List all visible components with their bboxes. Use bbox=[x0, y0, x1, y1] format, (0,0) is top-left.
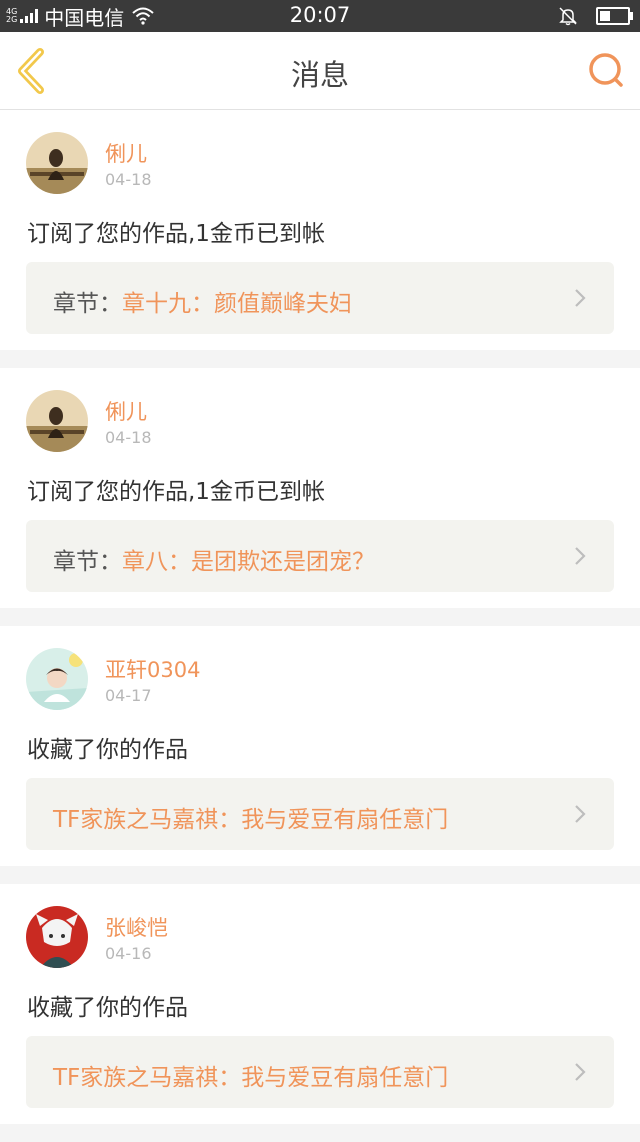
work-link-title: 章八：是团欺还是团宠？ bbox=[122, 549, 375, 575]
message-text: 订阅了您的作品,1金币已到帐 bbox=[27, 221, 325, 247]
avatar-image bbox=[26, 648, 88, 710]
work-link-text: 章节：章十九：颜值巅峰夫妇 bbox=[53, 284, 352, 318]
work-link[interactable]: TF家族之马嘉祺：我与爱豆有扇任意门 bbox=[26, 778, 614, 850]
work-link-text: TF家族之马嘉祺：我与爱豆有扇任意门 bbox=[53, 1058, 448, 1092]
chevron-right-icon bbox=[575, 547, 586, 565]
avatar[interactable] bbox=[26, 648, 88, 710]
chevron-right-icon bbox=[575, 1063, 586, 1081]
bell-muted-icon bbox=[559, 7, 577, 26]
status-bar: 4G 2G 中国电信 20:07 bbox=[0, 0, 640, 32]
search-icon bbox=[589, 53, 623, 87]
avatar-image bbox=[26, 132, 88, 194]
message-list: 俐儿 04-18 订阅了您的作品,1金币已到帐 章节：章十九：颜值巅峰夫妇 俐儿… bbox=[0, 110, 640, 1142]
user-name[interactable]: 张峻恺 bbox=[105, 912, 168, 942]
message-date: 04-16 bbox=[105, 944, 152, 963]
work-link[interactable]: TF家族之马嘉祺：我与爱豆有扇任意门 bbox=[26, 1036, 614, 1108]
chevron-right-icon bbox=[575, 289, 586, 307]
work-link[interactable]: 章节：章八：是团欺还是团宠？ bbox=[26, 520, 614, 592]
message-card: 俐儿 04-18 订阅了您的作品,1金币已到帐 章节：章十九：颜值巅峰夫妇 bbox=[0, 110, 640, 350]
message-text: 收藏了你的作品 bbox=[27, 995, 188, 1021]
page-title: 消息 bbox=[290, 58, 349, 92]
work-link-prefix: 章节： bbox=[53, 291, 122, 317]
message-date: 04-18 bbox=[105, 170, 152, 189]
user-name[interactable]: 亚轩0304 bbox=[105, 654, 200, 684]
work-link-text: 章节：章八：是团欺还是团宠？ bbox=[53, 542, 375, 576]
avatar[interactable] bbox=[26, 390, 88, 452]
message-date: 04-18 bbox=[105, 428, 152, 447]
search-button[interactable] bbox=[586, 50, 626, 90]
nav-bar: 消息 bbox=[0, 32, 640, 110]
avatar-image bbox=[26, 906, 88, 968]
message-date: 04-17 bbox=[105, 686, 152, 705]
message-card: 俐儿 04-18 订阅了您的作品,1金币已到帐 章节：章八：是团欺还是团宠？ bbox=[0, 368, 640, 608]
avatar[interactable] bbox=[26, 132, 88, 194]
status-time: 20:07 bbox=[289, 3, 351, 27]
chevron-right-icon bbox=[575, 805, 586, 823]
message-text: 订阅了您的作品,1金币已到帐 bbox=[27, 479, 325, 505]
avatar[interactable] bbox=[26, 906, 88, 968]
battery-level bbox=[600, 11, 610, 21]
message-text: 收藏了你的作品 bbox=[27, 737, 188, 763]
avatar-image bbox=[26, 390, 88, 452]
work-link-title: 章十九：颜值巅峰夫妇 bbox=[122, 291, 352, 317]
work-link[interactable]: 章节：章十九：颜值巅峰夫妇 bbox=[26, 262, 614, 334]
battery-icon bbox=[596, 7, 633, 25]
user-name[interactable]: 俐儿 bbox=[105, 138, 147, 168]
message-card: 亚轩0304 04-17 收藏了你的作品 TF家族之马嘉祺：我与爱豆有扇任意门 bbox=[0, 626, 640, 866]
work-link-text: TF家族之马嘉祺：我与爱豆有扇任意门 bbox=[53, 800, 448, 834]
message-card: 张峻恺 04-16 收藏了你的作品 TF家族之马嘉祺：我与爱豆有扇任意门 bbox=[0, 884, 640, 1124]
user-name[interactable]: 俐儿 bbox=[105, 396, 147, 426]
status-right bbox=[558, 6, 633, 26]
work-link-prefix: 章节： bbox=[53, 549, 122, 575]
work-link-title: TF家族之马嘉祺：我与爱豆有扇任意门 bbox=[53, 807, 449, 833]
work-link-title: TF家族之马嘉祺：我与爱豆有扇任意门 bbox=[53, 1065, 449, 1091]
